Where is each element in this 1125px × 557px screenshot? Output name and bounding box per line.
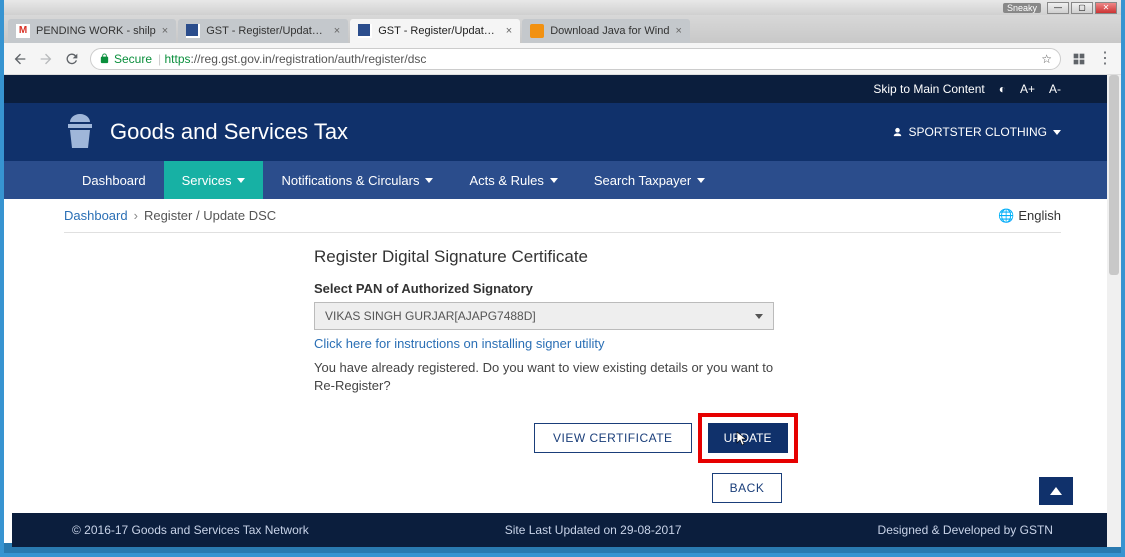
close-icon[interactable]: × bbox=[675, 25, 681, 37]
forward-icon[interactable] bbox=[38, 51, 54, 67]
tab-java[interactable]: Download Java for Wind × bbox=[522, 19, 690, 43]
tab-label: PENDING WORK - shilp bbox=[36, 25, 156, 37]
main-nav: Dashboard Services Notifications & Circu… bbox=[4, 161, 1121, 199]
url-path: ://reg.gst.gov.in/registration/auth/regi… bbox=[191, 52, 427, 66]
chevron-down-icon bbox=[237, 178, 245, 183]
bookmark-star-icon[interactable]: ☆ bbox=[1041, 52, 1052, 66]
footer-updated: Site Last Updated on 29-08-2017 bbox=[505, 523, 682, 537]
chevron-down-icon bbox=[1053, 130, 1061, 135]
close-icon[interactable]: × bbox=[334, 25, 340, 37]
nav-label: Notifications & Circulars bbox=[281, 173, 419, 188]
nav-label: Services bbox=[182, 173, 232, 188]
chevron-down-icon bbox=[550, 178, 558, 183]
java-icon bbox=[530, 24, 544, 38]
nav-label: Search Taxpayer bbox=[594, 173, 691, 188]
nav-search-taxpayer[interactable]: Search Taxpayer bbox=[576, 161, 723, 199]
site-footer: © 2016-17 Goods and Services Tax Network… bbox=[12, 513, 1113, 547]
language-label: English bbox=[1018, 208, 1061, 223]
skip-link[interactable]: Skip to Main Content bbox=[873, 82, 984, 96]
back-button[interactable]: BACK bbox=[712, 473, 782, 503]
user-name: SPORTSTER CLOTHING bbox=[909, 125, 1047, 139]
update-button[interactable]: UPDATE bbox=[708, 423, 788, 453]
close-icon[interactable]: × bbox=[506, 25, 512, 37]
contrast-icon[interactable]: ◐ bbox=[999, 82, 1006, 96]
site-header: Goods and Services Tax SPORTSTER CLOTHIN… bbox=[4, 103, 1121, 161]
pan-select[interactable]: VIKAS SINGH GURJAR[AJAPG7488D] bbox=[314, 302, 774, 330]
pan-selected-value: VIKAS SINGH GURJAR[AJAPG7488D] bbox=[325, 309, 536, 323]
tab-label: Download Java for Wind bbox=[550, 25, 669, 37]
back-icon[interactable] bbox=[12, 51, 28, 67]
accessibility-bar: Skip to Main Content ◐ A+ A- bbox=[4, 75, 1121, 103]
font-decrease[interactable]: A- bbox=[1049, 82, 1061, 96]
window-tag: Sneaky bbox=[1003, 3, 1041, 13]
scrollbar-thumb[interactable] bbox=[1109, 75, 1119, 275]
scroll-to-top-button[interactable] bbox=[1039, 477, 1073, 505]
user-icon bbox=[892, 127, 903, 138]
tab-gst-2[interactable]: GST - Register/Update D × bbox=[350, 19, 520, 43]
user-menu[interactable]: SPORTSTER CLOTHING bbox=[892, 125, 1061, 139]
nav-label: Acts & Rules bbox=[469, 173, 543, 188]
font-increase[interactable]: A+ bbox=[1020, 82, 1035, 96]
site-title: Goods and Services Tax bbox=[110, 119, 348, 145]
tab-label: GST - Register/Update D bbox=[378, 25, 500, 37]
vertical-scrollbar[interactable] bbox=[1107, 75, 1121, 547]
page: Skip to Main Content ◐ A+ A- Goods and S… bbox=[4, 75, 1121, 543]
close-icon[interactable]: × bbox=[162, 25, 168, 37]
update-highlight: UPDATE bbox=[698, 413, 798, 463]
breadcrumb-dashboard[interactable]: Dashboard bbox=[64, 208, 128, 223]
nav-acts[interactable]: Acts & Rules bbox=[451, 161, 575, 199]
instructions-link[interactable]: Click here for instructions on installin… bbox=[314, 336, 854, 351]
gmail-icon: M bbox=[16, 24, 30, 38]
nav-dashboard[interactable]: Dashboard bbox=[64, 161, 164, 199]
language-selector[interactable]: 🌐 English bbox=[998, 208, 1061, 224]
window-maximize-button[interactable]: ▢ bbox=[1071, 2, 1093, 14]
window-close-button[interactable]: ✕ bbox=[1095, 2, 1117, 14]
browser-toolbar: Secure | https://reg.gst.gov.in/registra… bbox=[4, 43, 1121, 75]
nav-notifications[interactable]: Notifications & Circulars bbox=[263, 161, 451, 199]
tab-pending-work[interactable]: M PENDING WORK - shilp × bbox=[8, 19, 176, 43]
lock-icon bbox=[99, 53, 110, 64]
footer-credit: Designed & Developed by GSTN bbox=[878, 523, 1053, 537]
address-bar[interactable]: Secure | https://reg.gst.gov.in/registra… bbox=[90, 48, 1061, 70]
extension-icon[interactable] bbox=[1071, 51, 1087, 67]
view-certificate-button[interactable]: VIEW CERTIFICATE bbox=[534, 423, 692, 453]
globe-icon: 🌐 bbox=[998, 208, 1014, 224]
tab-gst-1[interactable]: GST - Register/Update D × bbox=[178, 19, 348, 43]
secure-badge: Secure bbox=[99, 52, 152, 66]
gst-icon bbox=[358, 24, 372, 38]
pan-select-label: Select PAN of Authorized Signatory bbox=[314, 281, 854, 296]
tab-label: GST - Register/Update D bbox=[206, 25, 328, 37]
breadcrumb-separator: › bbox=[134, 208, 138, 223]
chevron-down-icon bbox=[697, 178, 705, 183]
footer-copyright: © 2016-17 Goods and Services Tax Network bbox=[72, 523, 309, 537]
emblem-icon bbox=[64, 112, 96, 152]
browser-tab-strip: M PENDING WORK - shilp × GST - Register/… bbox=[4, 15, 1121, 43]
status-message: You have already registered. Do you want… bbox=[314, 359, 774, 395]
secure-label: Secure bbox=[114, 52, 152, 66]
chevron-down-icon bbox=[425, 178, 433, 183]
gst-icon bbox=[186, 24, 200, 38]
dsc-form: Register Digital Signature Certificate S… bbox=[64, 233, 854, 543]
nav-label: Dashboard bbox=[82, 173, 146, 188]
url-scheme: https bbox=[165, 52, 191, 66]
breadcrumb: Dashboard › Register / Update DSC 🌐 Engl… bbox=[64, 199, 1061, 233]
cursor-icon bbox=[736, 431, 748, 447]
breadcrumb-current: Register / Update DSC bbox=[144, 208, 276, 223]
window-minimize-button[interactable]: — bbox=[1047, 2, 1069, 14]
form-title: Register Digital Signature Certificate bbox=[314, 247, 854, 267]
chevron-down-icon bbox=[755, 314, 763, 319]
window-titlebar: Sneaky — ▢ ✕ bbox=[4, 0, 1121, 15]
nav-services[interactable]: Services bbox=[164, 161, 264, 199]
reload-icon[interactable] bbox=[64, 51, 80, 67]
update-button-label: UPDATE bbox=[724, 431, 772, 445]
chevron-up-icon bbox=[1050, 487, 1062, 495]
